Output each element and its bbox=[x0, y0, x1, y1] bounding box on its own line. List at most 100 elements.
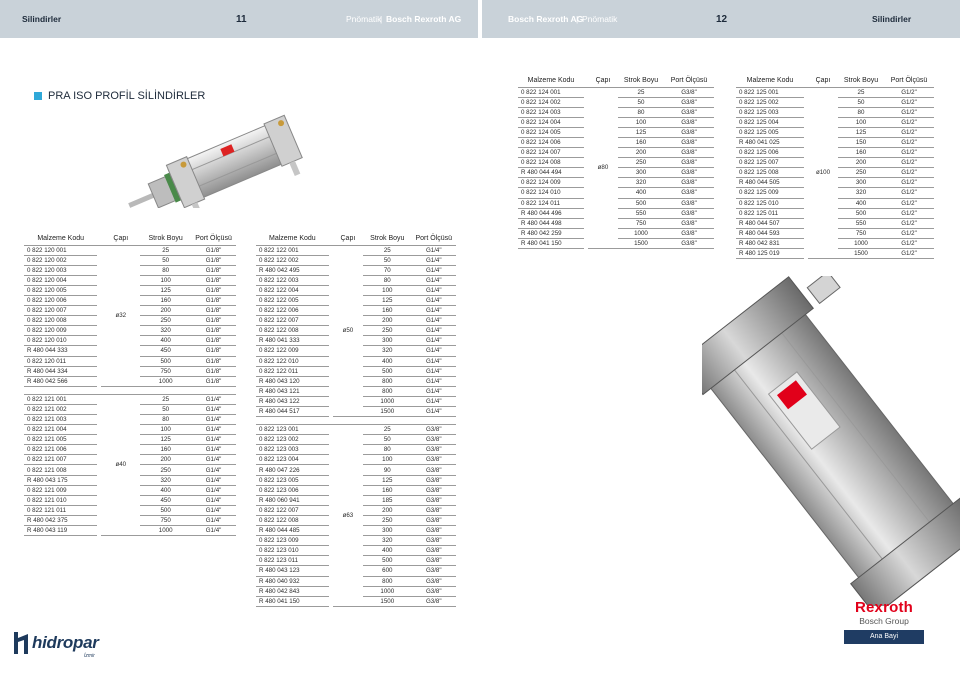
material-code-cell: R 480 043 119 bbox=[24, 525, 98, 537]
port-cell: G1/4" bbox=[191, 414, 236, 426]
material-code-cell: 0 822 124 011 bbox=[518, 198, 584, 209]
rexroth-brand: Rexroth bbox=[854, 599, 914, 616]
spacer-cell bbox=[804, 148, 808, 158]
stroke-cell: 160 bbox=[363, 485, 412, 496]
spacer-cell bbox=[329, 515, 333, 525]
spacer-cell bbox=[804, 107, 808, 117]
spacer-cell bbox=[97, 445, 101, 455]
stroke-cell: 400 bbox=[838, 198, 884, 209]
material-code-cell: 0 822 124 007 bbox=[518, 147, 584, 159]
material-code-cell: R 480 044 485 bbox=[256, 525, 329, 537]
stroke-cell: 320 bbox=[838, 187, 884, 199]
port-cell: G3/8" bbox=[664, 177, 714, 189]
port-cell: G3/8" bbox=[664, 187, 714, 199]
spacer-cell bbox=[584, 228, 588, 238]
spacer-cell bbox=[804, 97, 808, 107]
spacer-cell bbox=[329, 495, 333, 505]
stroke-cell: 400 bbox=[140, 485, 192, 496]
stroke-cell: 320 bbox=[363, 345, 412, 357]
hidropar-subtext: İzmir bbox=[84, 653, 95, 659]
stroke-cell: 100 bbox=[618, 117, 664, 128]
port-cell: G1/8" bbox=[191, 275, 236, 286]
port-cell: G1/2" bbox=[884, 97, 934, 108]
material-code-cell: 0 822 123 002 bbox=[256, 434, 329, 446]
group-gap bbox=[256, 416, 456, 426]
port-cell: G1/4" bbox=[191, 444, 236, 456]
material-code-cell: 0 822 124 008 bbox=[518, 157, 584, 169]
stroke-cell: 125 bbox=[140, 285, 192, 296]
rexroth-logo: Rexroth Bosch Group Ana Bayi bbox=[844, 596, 924, 644]
spacer-cell bbox=[329, 356, 333, 366]
spacer-cell bbox=[804, 188, 808, 198]
spacer-cell bbox=[584, 148, 588, 158]
port-cell: G1/2" bbox=[884, 117, 934, 128]
stroke-cell: 300 bbox=[838, 177, 884, 189]
material-code-cell: R 480 044 507 bbox=[736, 218, 804, 229]
port-cell: G1/8" bbox=[191, 305, 236, 317]
port-cell: G3/8" bbox=[411, 596, 456, 607]
material-code-cell: R 480 044 498 bbox=[518, 218, 584, 229]
spacer-cell bbox=[804, 178, 808, 188]
material-code-cell: 0 822 122 009 bbox=[256, 345, 329, 357]
material-code-cell: 0 822 121 010 bbox=[24, 495, 98, 506]
port-cell: G3/8" bbox=[411, 535, 456, 547]
spacer-cell bbox=[584, 218, 588, 228]
port-cell: G1/8" bbox=[191, 325, 236, 337]
cylinder-image-small bbox=[128, 114, 303, 208]
material-code-cell: 0 822 121 005 bbox=[24, 434, 98, 446]
material-code-cell: 0 822 124 010 bbox=[518, 187, 584, 199]
material-code-cell: R 480 040 932 bbox=[256, 576, 329, 587]
gap-cell bbox=[332, 416, 364, 426]
material-code-cell: 0 822 121 008 bbox=[24, 464, 98, 476]
stroke-cell: 125 bbox=[838, 127, 884, 138]
spacer-cell bbox=[97, 515, 101, 525]
spacer-cell bbox=[329, 306, 333, 316]
port-cell: G1/4" bbox=[411, 345, 456, 357]
bullet-square-icon bbox=[34, 92, 42, 100]
port-cell: G3/8" bbox=[664, 127, 714, 138]
spacer-cell bbox=[97, 485, 101, 495]
stroke-cell: 250 bbox=[140, 464, 192, 476]
spacer-cell bbox=[97, 346, 101, 356]
spacer-cell bbox=[584, 158, 588, 168]
spacer-cell bbox=[804, 238, 808, 248]
hidropar-text: hidropar bbox=[32, 633, 99, 652]
spacer-cell bbox=[329, 536, 333, 546]
stroke-cell: 500 bbox=[140, 505, 192, 516]
material-code-cell: 0 822 122 007 bbox=[256, 315, 329, 327]
material-code-cell: R 480 042 495 bbox=[256, 265, 329, 276]
port-cell: G1/4" bbox=[191, 505, 236, 516]
port-cell: G3/8" bbox=[664, 218, 714, 229]
port-cell: G3/8" bbox=[411, 586, 456, 597]
material-code-cell: 0 822 123 009 bbox=[256, 535, 329, 547]
stroke-cell: 250 bbox=[363, 325, 412, 337]
spacer-cell bbox=[804, 127, 808, 137]
table-row: 0 822 124 001 ø80 25 G3/8" bbox=[518, 87, 714, 249]
page-header-right: Bosch Rexroth AG | Pnömatik 12 Silindirl… bbox=[482, 0, 960, 38]
material-code-cell: R 480 041 025 bbox=[736, 137, 804, 149]
material-code-cell: R 480 042 843 bbox=[256, 586, 329, 597]
spacer-cell bbox=[584, 238, 588, 248]
stroke-cell: 320 bbox=[618, 177, 664, 189]
gap-cell bbox=[363, 416, 412, 426]
spacer-cell bbox=[584, 137, 588, 147]
material-code-cell: 0 822 120 011 bbox=[24, 356, 98, 367]
stroke-cell: 750 bbox=[140, 366, 192, 377]
material-code-cell: 0 822 120 009 bbox=[24, 325, 98, 337]
port-cell: G1/4" bbox=[191, 515, 236, 527]
gap-cell bbox=[256, 416, 329, 426]
spacer-cell bbox=[97, 285, 101, 295]
stroke-cell: 100 bbox=[140, 424, 192, 436]
stroke-cell: 450 bbox=[140, 495, 192, 506]
material-code-cell: 0 822 123 010 bbox=[256, 545, 329, 557]
material-code-cell: 0 822 124 003 bbox=[518, 107, 584, 118]
stroke-cell: 300 bbox=[363, 525, 412, 537]
stroke-cell: 80 bbox=[838, 107, 884, 118]
port-cell: G1/2" bbox=[884, 248, 934, 260]
material-code-cell: 0 822 122 008 bbox=[256, 325, 329, 337]
stroke-cell: 400 bbox=[363, 545, 412, 557]
material-code-cell: 0 822 122 007 bbox=[256, 505, 329, 516]
material-code-cell: R 480 043 121 bbox=[256, 386, 329, 397]
spacer-cell bbox=[97, 526, 101, 536]
port-cell: G3/8" bbox=[411, 485, 456, 496]
